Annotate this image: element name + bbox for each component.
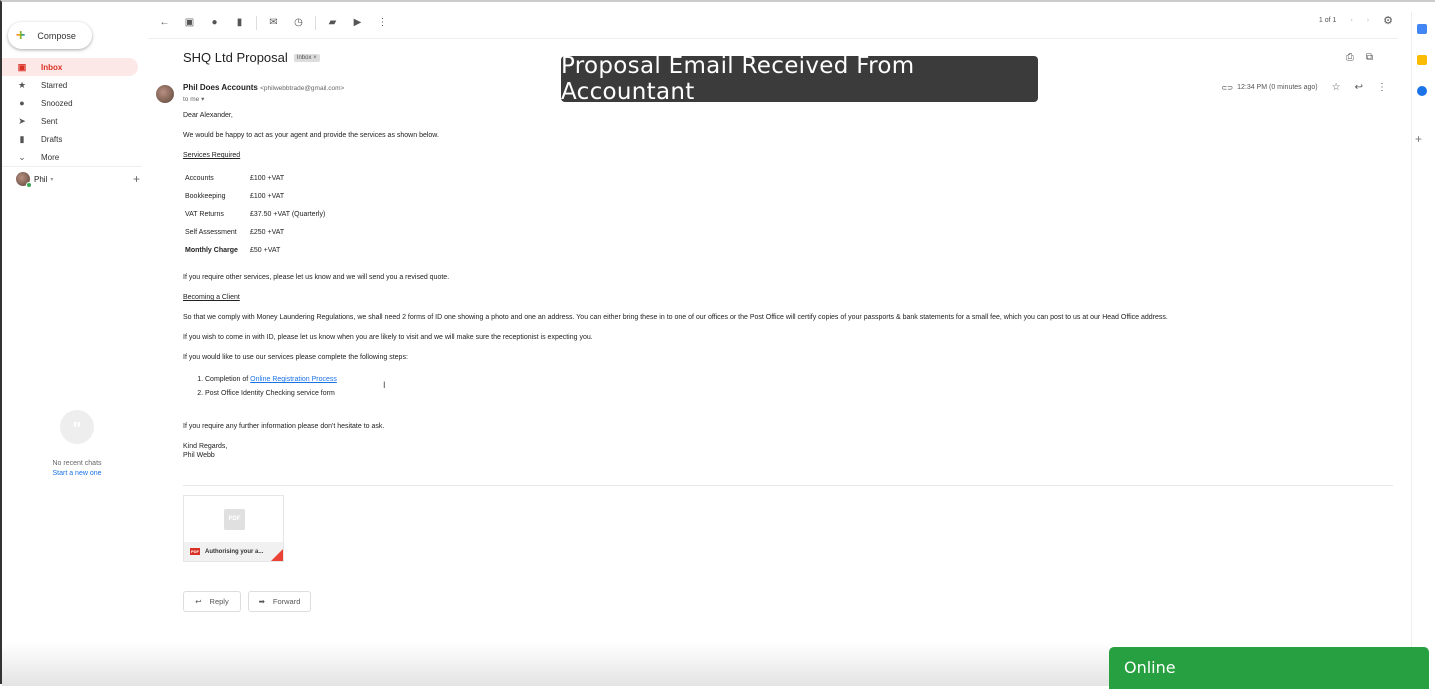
table-row: Accounts £100 +VAT [185, 174, 285, 182]
list-item: Post Office Identity Checking service fo… [205, 387, 1283, 401]
video-caption: Proposal Email Received From Accountant [561, 53, 1038, 105]
send-icon: ➤ [18, 115, 26, 126]
recipient-details[interactable]: to me ▾ [183, 95, 204, 103]
add-addon-icon[interactable]: + [1415, 132, 1422, 146]
calendar-icon[interactable] [1417, 24, 1427, 34]
more-icon[interactable]: ⋮ [1377, 82, 1387, 93]
draft-icon: ▮ [19, 133, 25, 144]
add-icon[interactable]: + [133, 172, 140, 186]
tasks-icon[interactable] [1417, 86, 1427, 96]
back-icon[interactable]: ← [152, 14, 177, 32]
print-actions: ⎙ ⧉ [1346, 52, 1373, 63]
divider [183, 485, 1393, 486]
prev-icon[interactable]: ‹ [1350, 17, 1352, 24]
archive-icon[interactable]: ▣ [177, 14, 202, 32]
report-spam-icon[interactable]: ● [202, 14, 227, 32]
forward-icon: ➡ [258, 597, 265, 606]
more-icon[interactable]: ⋮ [370, 14, 395, 32]
avatar [16, 172, 32, 188]
steps-list: Completion of Online Registration Proces… [183, 373, 1283, 400]
email-body: Dear Alexander, We would be happy to act… [183, 111, 1283, 471]
divider [315, 16, 316, 30]
side-panel: + [1411, 12, 1435, 652]
sidebar-nav: ▣ Inbox ★ Starred ● Snoozed ➤ Sent ▮ Drafts ⌄… [2, 58, 138, 166]
chats-empty: " No recent chats Start a new one [42, 410, 112, 477]
compose-button[interactable]: + Compose [8, 22, 92, 49]
pdf-attachment[interactable]: PDF PDF Authorising your a... [183, 495, 284, 562]
plus-icon: + [16, 26, 26, 44]
services-table: Accounts £100 +VAT Bookkeeping £100 +VAT V… [183, 169, 327, 259]
sidebar-item-inbox[interactable]: ▣ Inbox [2, 58, 138, 76]
star-icon[interactable]: ☆ [1332, 82, 1341, 93]
sender: Phil Does Accounts <philwebbtrade@gmail.… [183, 83, 345, 92]
star-icon: ★ [17, 79, 27, 90]
reply-icon[interactable]: ↩ [1355, 82, 1363, 93]
move-to-icon[interactable]: ▰ [320, 14, 345, 32]
table-row: Self Assessment £250 +VAT [185, 228, 285, 236]
table-row: Monthly Charge £50 +VAT [185, 246, 281, 254]
chevron-down-icon: ⌄ [18, 151, 26, 162]
divider [256, 16, 257, 30]
mark-unread-icon[interactable]: ✉ [261, 14, 286, 32]
online-status-badge: Online [1109, 647, 1429, 689]
attachment-icon: ⊂⊃ [1221, 84, 1234, 92]
start-chat-link[interactable]: Start a new one [42, 470, 112, 477]
sidebar-item-sent[interactable]: ➤ Sent [2, 112, 138, 130]
delete-icon[interactable]: ▮ [227, 14, 252, 32]
page-corner-icon [271, 549, 283, 561]
hangouts-quote-icon: " [60, 410, 94, 444]
window-shadow [2, 642, 1112, 686]
caret-icon: ▾ [50, 176, 54, 183]
pdf-small-icon: PDF [190, 548, 200, 555]
clock-icon: ● [19, 98, 25, 108]
toolbar: ← ▣ ● ▮ ✉ ◷ ▰ ▶ ⋮ [152, 14, 395, 32]
sidebar-item-more[interactable]: ⌄ More [2, 148, 138, 166]
text-cursor-icon: I [383, 380, 386, 390]
sidebar-item-snoozed[interactable]: ● Snoozed [2, 94, 138, 112]
online-dot-icon [26, 182, 32, 188]
pagination: 1 of 1 ‹ › ⚙ [1318, 14, 1393, 27]
reply-button[interactable]: ↩ Reply [183, 591, 241, 612]
table-row: Bookkeeping £100 +VAT [185, 192, 285, 200]
keep-icon[interactable] [1417, 55, 1427, 65]
reply-icon: ↩ [195, 597, 202, 606]
divider [2, 166, 142, 167]
email-subject: SHQ Ltd Proposal Inbox × [183, 50, 320, 65]
message-meta: ⊂⊃ 12:34 PM (0 minutes ago) ☆ ↩ ⋮ [1221, 82, 1387, 93]
inbox-icon: ▣ [17, 61, 27, 72]
label-icon[interactable]: ▶ [345, 14, 370, 32]
registration-link[interactable]: Online Registration Process [250, 376, 337, 383]
caret-icon: ▾ [201, 96, 205, 103]
gear-icon[interactable]: ⚙ [1383, 14, 1393, 27]
sidebar-item-starred[interactable]: ★ Starred [2, 76, 138, 94]
pdf-icon: PDF [224, 509, 245, 530]
hangouts-user[interactable]: Phil ▾ + [16, 172, 140, 188]
open-new-window-icon[interactable]: ⧉ [1366, 52, 1373, 63]
divider [148, 38, 1398, 39]
next-icon[interactable]: › [1367, 17, 1369, 24]
snooze-icon[interactable]: ◷ [286, 14, 311, 32]
table-row: VAT Returns £37.50 +VAT (Quarterly) [185, 210, 326, 218]
sidebar-item-drafts[interactable]: ▮ Drafts [2, 130, 138, 148]
forward-button[interactable]: ➡ Forward [248, 591, 311, 612]
inbox-label[interactable]: Inbox × [293, 53, 320, 62]
print-icon[interactable]: ⎙ [1346, 52, 1354, 63]
list-item: Completion of Online Registration Proces… [205, 373, 1283, 387]
sender-avatar [156, 85, 174, 103]
